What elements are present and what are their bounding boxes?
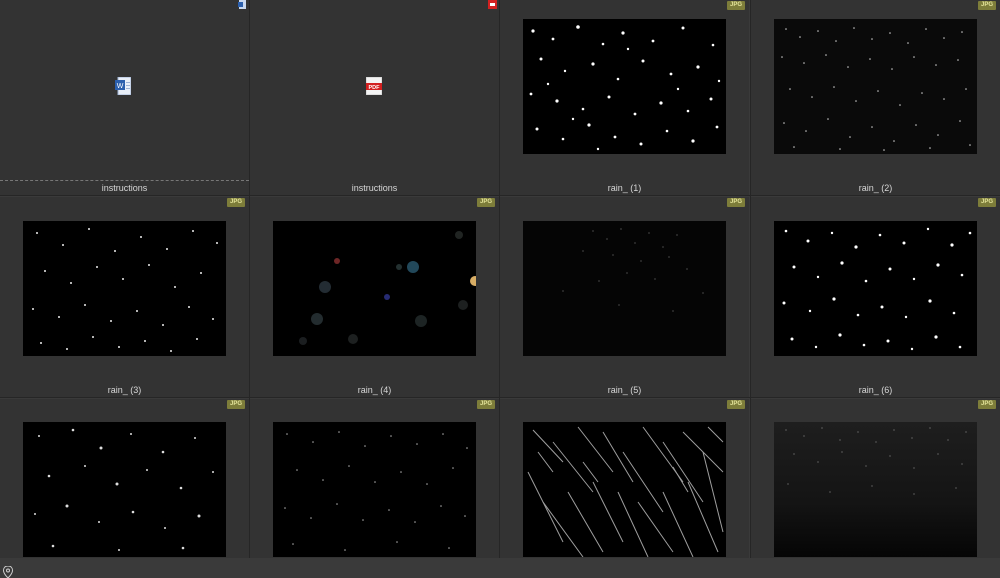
file-name: instructions <box>101 183 148 193</box>
file-type-badge: JPG <box>977 1 996 10</box>
image-thumbnail[interactable] <box>523 19 726 154</box>
pdf-document-icon: PDF <box>366 77 382 95</box>
image-thumbnail[interactable] <box>273 221 476 356</box>
file-name: rain_ (5) <box>607 385 642 395</box>
grid-item-instructions-pdf[interactable]: PDF instructions <box>250 0 499 195</box>
image-thumbnail[interactable] <box>774 422 977 557</box>
file-name: rain_ (2) <box>858 183 893 193</box>
rain-thumbnail-2 <box>774 19 977 154</box>
rain-thumbnail-3 <box>23 221 226 356</box>
grid-item-rain-2[interactable]: JPG rain_ (2) <box>751 0 1000 195</box>
rain-thumbnail-5 <box>523 221 726 356</box>
file-type-badge: JPG <box>726 198 745 207</box>
grid-item-rain-3[interactable]: JPG rain_ (3) <box>0 197 249 578</box>
grid-divider <box>750 0 751 558</box>
image-thumbnail[interactable] <box>273 422 476 557</box>
image-thumbnail[interactable] <box>523 422 726 557</box>
file-name: rain_ (1) <box>607 183 642 193</box>
grid-item-rain-5[interactable]: JPG rain_ (5) <box>500 197 749 397</box>
pdf-document-icon <box>488 0 497 9</box>
grid-divider <box>0 195 1000 196</box>
svg-text:W: W <box>117 83 124 90</box>
image-thumbnail[interactable] <box>774 19 977 154</box>
rain-thumbnail-7 <box>23 422 226 557</box>
file-type-badge: JPG <box>977 198 996 207</box>
file-type-badge: JPG <box>726 1 745 10</box>
grid-item-rain-6[interactable]: JPG rain_ (6) <box>751 197 1000 397</box>
image-thumbnail[interactable] <box>23 422 226 557</box>
grid-item-rain-8[interactable]: JPG <box>250 399 499 558</box>
rain-thumbnail-4 <box>273 221 476 356</box>
file-type-badge: JPG <box>476 198 495 207</box>
grid-divider <box>249 0 250 558</box>
file-type-badge: JPG <box>476 400 495 409</box>
rain-thumbnail-10 <box>774 422 977 557</box>
file-name: rain_ (3) <box>107 385 142 395</box>
rain-thumbnail-1 <box>523 19 726 154</box>
grid-item-rain-10[interactable]: JPG <box>751 399 1000 558</box>
rain-thumbnail-6 <box>774 221 977 356</box>
image-thumbnail[interactable] <box>774 221 977 356</box>
image-thumbnail[interactable] <box>23 221 226 356</box>
grid-item-instructions-doc[interactable]: W instructions <box>0 0 249 195</box>
file-type-badge: JPG <box>977 400 996 409</box>
file-type-badge: JPG <box>226 400 245 409</box>
rain-thumbnail-8 <box>273 422 476 557</box>
grid-divider <box>0 397 1000 398</box>
file-name: rain_ (6) <box>858 385 893 395</box>
file-type-badge: JPG <box>726 400 745 409</box>
selection-dash <box>0 180 249 181</box>
file-type-badge: JPG <box>226 198 245 207</box>
grid-item-rain-1[interactable]: JPG rain_ (1) <box>500 0 749 195</box>
grid-item-rain-4[interactable]: JPG rain_ (4) <box>250 197 499 397</box>
file-grid: W instructions PDF instructions JPG rain… <box>0 0 1000 578</box>
rain-thumbnail-9 <box>523 422 726 557</box>
svg-text:PDF: PDF <box>369 85 381 91</box>
file-name: instructions <box>351 183 398 193</box>
grid-item-rain-9[interactable]: JPG <box>500 399 749 558</box>
location-pin-icon[interactable] <box>3 566 13 578</box>
image-thumbnail[interactable] <box>523 221 726 356</box>
word-document-icon: W <box>115 77 131 95</box>
word-document-icon <box>238 0 246 9</box>
grid-item-rain-7[interactable]: JPG <box>0 399 249 558</box>
grid-divider <box>499 0 500 558</box>
file-name: rain_ (4) <box>357 385 392 395</box>
